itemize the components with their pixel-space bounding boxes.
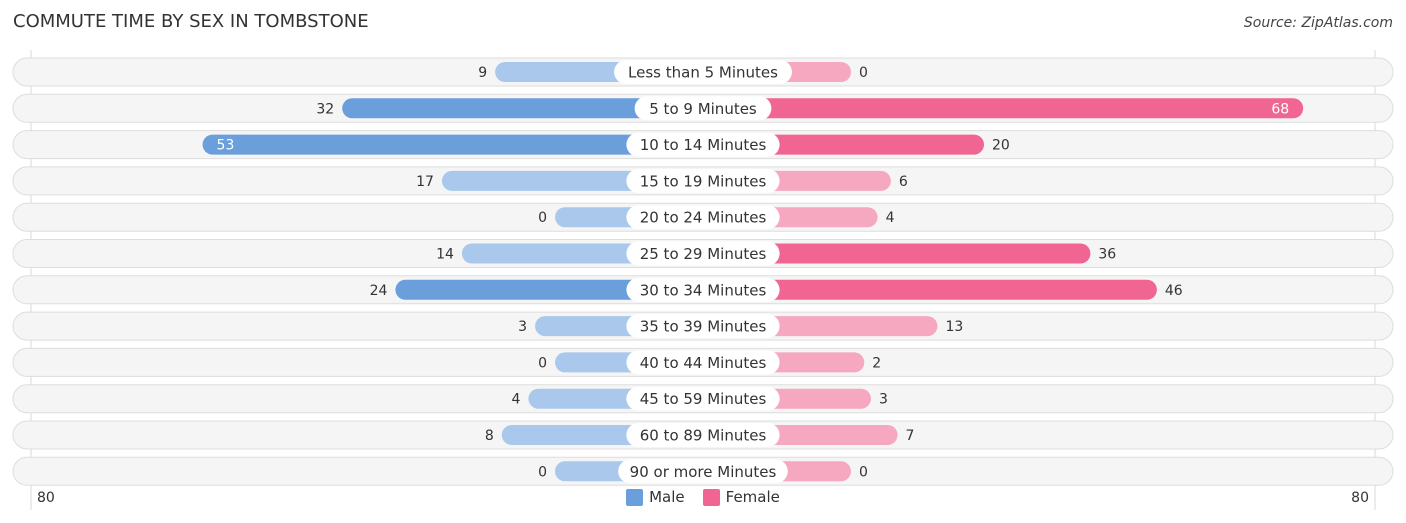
category-label: 15 to 19 Minutes: [640, 172, 767, 190]
value-label-male: 53: [217, 138, 235, 154]
legend-label-male: Male: [649, 488, 685, 506]
value-label-male: 4: [511, 392, 520, 408]
legend-item-female: Female: [702, 488, 780, 506]
legend: Male Female: [0, 488, 1406, 506]
value-label-male: 24: [370, 283, 388, 299]
value-label-female: 0: [859, 65, 868, 81]
value-label-male: 3: [518, 319, 527, 335]
value-label-male: 8: [485, 428, 494, 444]
legend-swatch-female: [702, 488, 720, 506]
category-label: 30 to 34 Minutes: [640, 281, 767, 299]
category-label: 90 or more Minutes: [630, 463, 777, 481]
value-label-female: 7: [906, 428, 915, 444]
value-label-female: 2: [872, 355, 881, 371]
category-label: 60 to 89 Minutes: [640, 427, 767, 445]
value-label-female: 36: [1098, 247, 1116, 263]
category-label: 5 to 9 Minutes: [649, 100, 757, 118]
bar-female: [703, 98, 1304, 119]
value-label-male: 0: [538, 210, 547, 226]
category-label: 40 to 44 Minutes: [640, 354, 767, 372]
value-label-male: 0: [538, 464, 547, 480]
category-label: 10 to 14 Minutes: [640, 136, 767, 154]
legend-label-female: Female: [725, 488, 780, 506]
value-label-female: 3: [879, 392, 888, 408]
chart-canvas: Less than 5 Minutes9 05 to 9 Minutes32 681…: [12, 50, 1394, 510]
category-label: 20 to 24 Minutes: [640, 209, 767, 227]
category-label: 35 to 39 Minutes: [640, 318, 767, 336]
legend-item-male: Male: [626, 488, 685, 506]
value-label-male: 9: [478, 65, 487, 81]
value-label-male: 17: [416, 174, 434, 190]
value-label-male: 14: [436, 247, 454, 263]
value-label-male: 32: [316, 101, 334, 117]
category-label: 45 to 59 Minutes: [640, 390, 767, 408]
value-label-female: 0: [859, 464, 868, 480]
value-label-male: 0: [538, 355, 547, 371]
value-label-female: 68: [1271, 101, 1289, 117]
category-label: Less than 5 Minutes: [628, 64, 778, 82]
value-label-female: 6: [899, 174, 908, 190]
legend-swatch-male: [626, 488, 644, 506]
value-label-female: 13: [945, 319, 963, 335]
value-label-female: 20: [992, 138, 1010, 154]
value-label-female: 4: [886, 210, 895, 226]
value-label-female: 46: [1165, 283, 1183, 299]
category-label: 25 to 29 Minutes: [640, 245, 767, 263]
